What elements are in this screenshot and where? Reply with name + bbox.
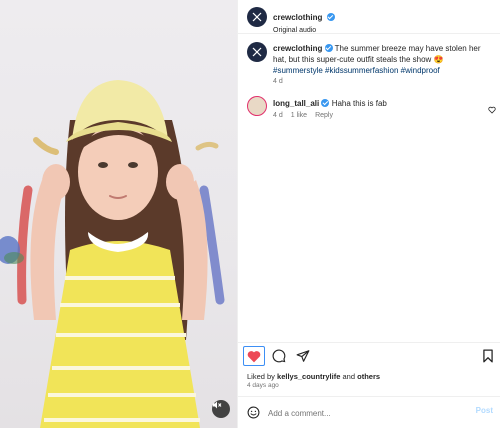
post-actions <box>238 342 500 368</box>
comment-button[interactable] <box>270 347 288 365</box>
verified-badge-icon <box>324 44 333 52</box>
comment-time: 4 d <box>273 112 283 119</box>
comment-input[interactable] <box>268 406 468 420</box>
liked-by-user[interactable]: kellys_countrylife <box>277 372 340 381</box>
verified-badge-icon <box>321 99 330 107</box>
mute-button[interactable] <box>212 400 230 418</box>
post-date: 4 days ago <box>247 382 279 389</box>
post-modal: crewclothing Original audio crewclothing… <box>0 0 500 428</box>
muted-speaker-icon <box>213 401 222 409</box>
comment-username[interactable]: long_tall_ali <box>273 99 319 108</box>
header-username[interactable]: crewclothing <box>273 13 322 22</box>
hashtag-summerstyle[interactable]: #summerstyle <box>273 66 323 75</box>
media-image <box>0 80 225 428</box>
liked-by-prefix: Liked by <box>247 372 275 381</box>
share-button[interactable] <box>294 347 312 365</box>
post-button[interactable]: Post <box>476 406 493 415</box>
comment-reply-button[interactable]: Reply <box>315 112 333 119</box>
caption-time: 4 d <box>273 78 283 85</box>
comment-meta: 4 d 1 like Reply <box>273 112 333 119</box>
save-button[interactable] <box>479 347 497 365</box>
bookmark-icon <box>483 349 493 363</box>
post-details-panel: crewclothing Original audio crewclothing… <box>237 0 500 428</box>
comment-item: long_tall_ali Haha this is fab <box>273 98 483 109</box>
emoji-button[interactable] <box>247 406 260 424</box>
heart-outline-icon <box>488 106 496 114</box>
comment-composer: Post <box>238 396 500 428</box>
verified-badge-icon <box>326 13 335 21</box>
comment-avatar[interactable] <box>247 96 267 116</box>
smiley-icon <box>247 406 260 419</box>
comment-likes[interactable]: 1 like <box>291 112 307 119</box>
header-text: crewclothing Original audio <box>273 7 335 34</box>
comment-bubble-icon <box>272 349 286 363</box>
paper-plane-icon <box>296 350 310 362</box>
like-button[interactable] <box>243 346 265 366</box>
caption-username[interactable]: crewclothing <box>273 44 322 53</box>
hashtag-windproof[interactable]: #windproof <box>401 66 440 75</box>
author-avatar[interactable] <box>247 7 267 27</box>
crew-logo-icon <box>252 47 262 57</box>
heart-filled-icon <box>247 350 261 362</box>
hashtag-kidssummerfashion[interactable]: #kidssummerfashion <box>325 66 398 75</box>
caption-avatar[interactable] <box>247 42 267 62</box>
comment-text: Haha this is fab <box>331 99 387 108</box>
liked-by: Liked by kellys_countrylife and others <box>247 372 380 381</box>
liked-by-others[interactable]: others <box>357 372 380 381</box>
liked-by-and: and <box>342 372 356 381</box>
comment-like-button[interactable] <box>488 101 496 119</box>
audio-label[interactable]: Original audio <box>273 27 335 34</box>
caption-text: crewclothing The summer breeze may have … <box>273 43 495 76</box>
crew-logo-icon <box>252 12 262 22</box>
post-media[interactable] <box>0 0 237 428</box>
post-header: crewclothing Original audio <box>238 0 500 34</box>
